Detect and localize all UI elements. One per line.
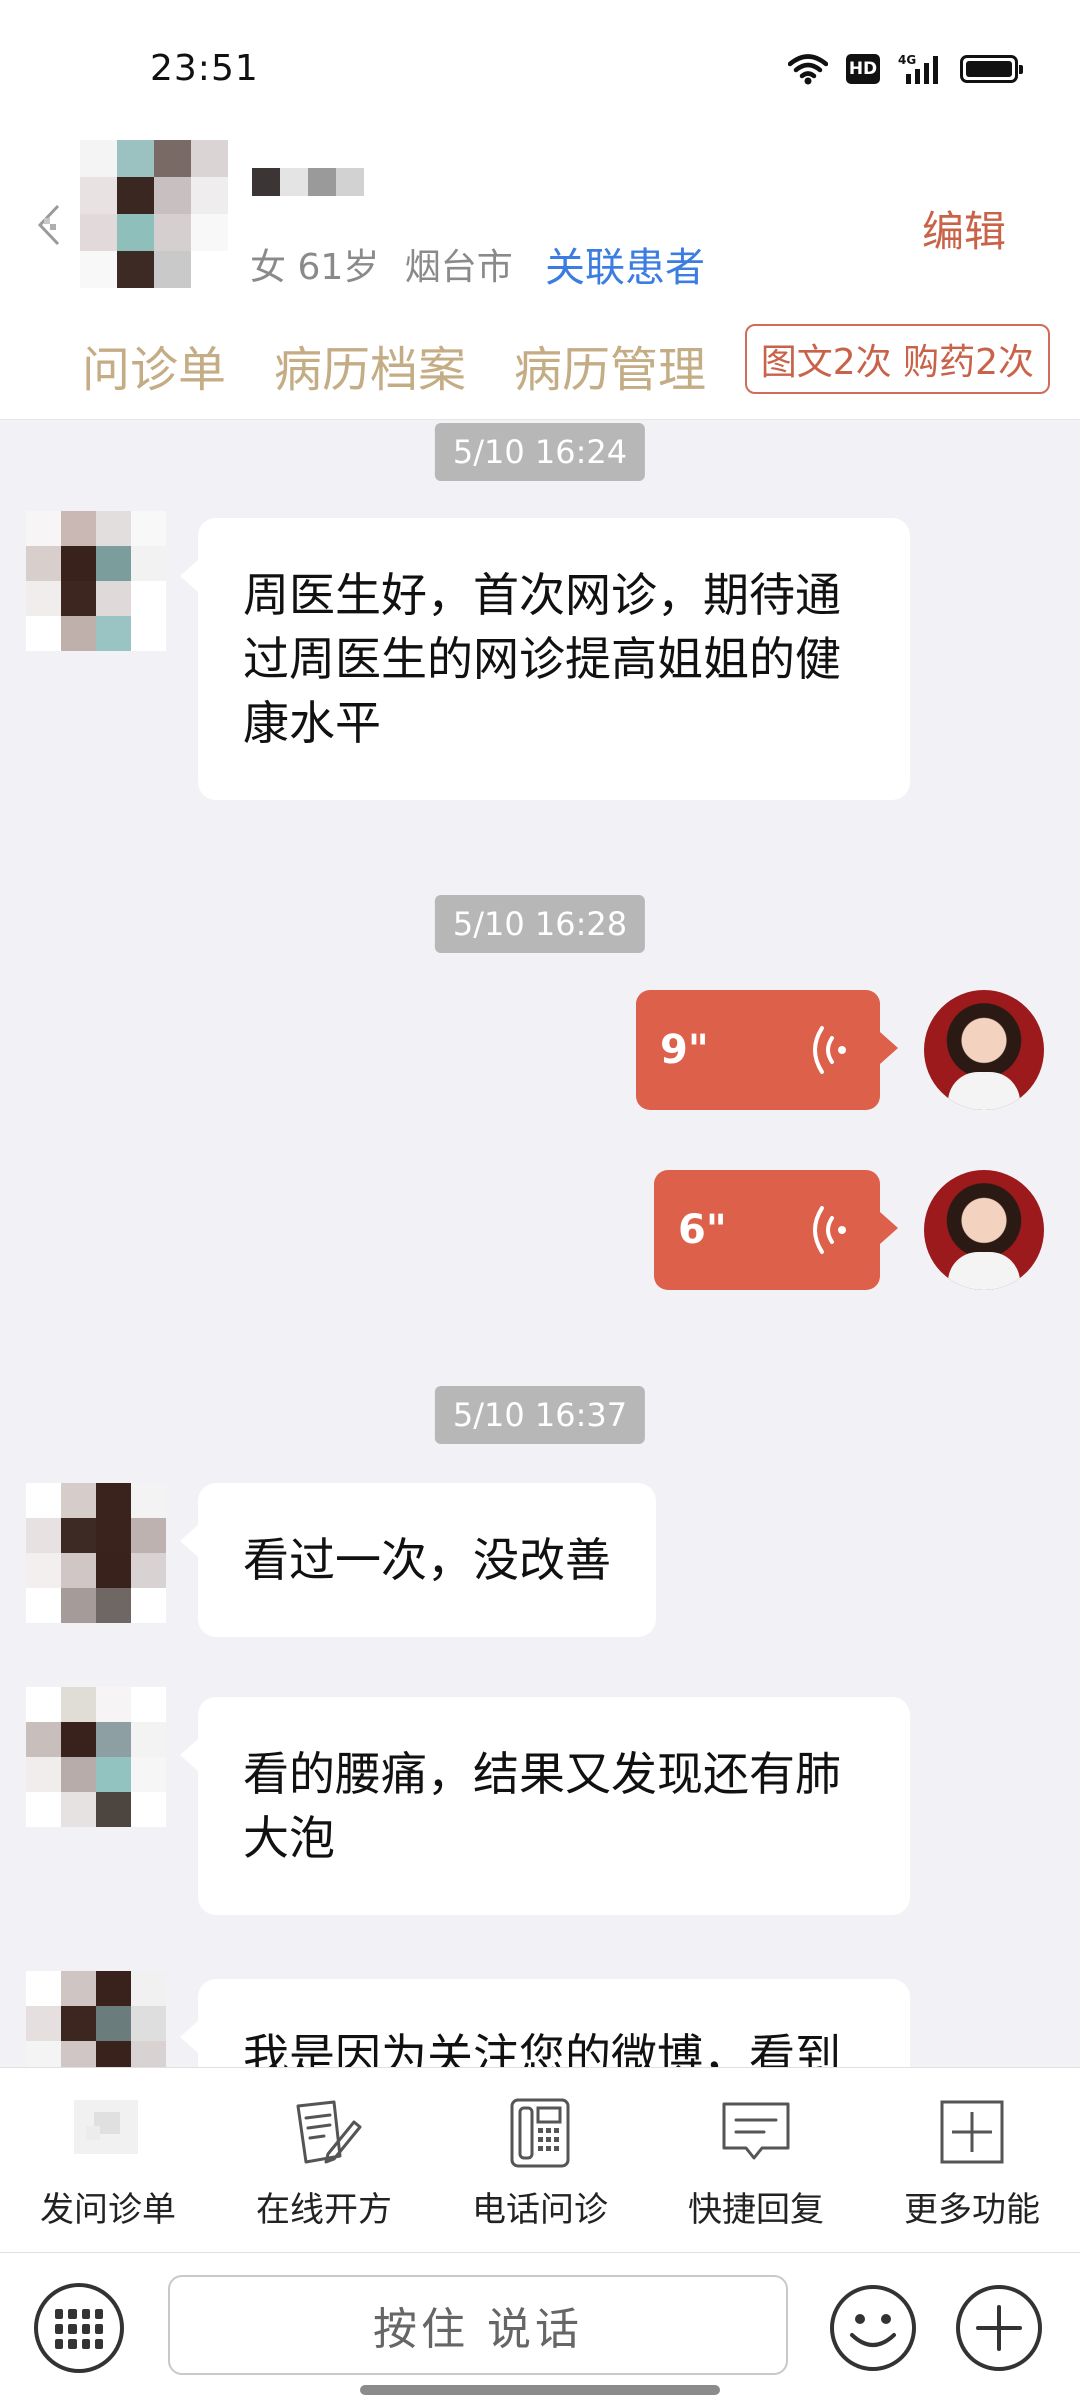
send-consult-form-button[interactable]: 发问诊单 — [0, 2068, 216, 2252]
tab-consult-form[interactable]: 问诊单 — [82, 330, 226, 400]
message-bubble[interactable]: 我是因为关注您的微博，看到 — [180, 1979, 910, 2067]
edit-button[interactable]: 编辑 — [922, 198, 1006, 259]
patient-chat-avatar[interactable] — [26, 1687, 166, 1827]
battery-icon — [960, 55, 1023, 83]
voice-duration: 6" — [678, 1207, 727, 1253]
prescription-pen-icon — [296, 2100, 362, 2164]
patient-tabs: 问诊单 病历档案 病历管理 — [82, 330, 706, 400]
signal-icon: 4G — [898, 53, 938, 84]
patient-gender-age: 女 61岁 — [250, 247, 380, 288]
chat-area[interactable]: 5/10 16:24 周医生好，首次网诊，期待通过周医生的网诊提高姐姐的健康水平… — [0, 421, 1080, 2067]
quick-reply-button[interactable]: 快捷回复 — [648, 2068, 864, 2252]
hold-to-talk-button[interactable]: 按住 说话 — [168, 2275, 788, 2375]
hd-badge: HD — [846, 54, 880, 84]
emoji-icon[interactable] — [828, 2283, 918, 2373]
clipboard-icon — [74, 2100, 138, 2154]
chat-bubble-icon — [722, 2102, 790, 2160]
voice-message[interactable]: 6" — [654, 1170, 898, 1290]
header-area: 23:51 HD 4G 女 61岁 烟台市 关联患者 编辑 问诊单 病历档案 病… — [0, 0, 1080, 420]
patient-chat-avatar[interactable] — [26, 511, 166, 651]
phone-consult-button[interactable]: 电话问诊 — [432, 2068, 648, 2252]
voice-wave-icon — [813, 1206, 846, 1254]
message-bubble[interactable]: 看过一次，没改善 — [180, 1483, 656, 1637]
patient-chat-avatar[interactable] — [26, 1483, 166, 1623]
add-circle-icon[interactable] — [954, 2283, 1044, 2373]
status-icons: HD 4G — [788, 52, 1023, 86]
link-patient-link[interactable]: 关联患者 — [545, 235, 705, 293]
status-time: 23:51 — [150, 48, 259, 89]
plus-square-icon — [940, 2100, 1004, 2164]
voice-wave-icon — [813, 1026, 846, 1074]
service-count-badge[interactable]: 图文2次 购药2次 — [744, 324, 1050, 394]
voice-duration: 9" — [660, 1027, 709, 1073]
tab-record-management[interactable]: 病历管理 — [514, 330, 706, 400]
doctor-avatar[interactable] — [924, 990, 1044, 1110]
tab-medical-records[interactable]: 病历档案 — [274, 330, 466, 400]
status-bar: 23:51 HD 4G — [0, 0, 1080, 140]
function-toolbar: 发问诊单 在线开方 电话问诊 快捷回复 更多功能 — [0, 2067, 1080, 2253]
message-bubble[interactable]: 周医生好，首次网诊，期待通过周医生的网诊提高姐姐的健康水平 — [180, 518, 910, 800]
message-bubble[interactable]: 看的腰痛，结果又发现还有肺大泡 — [180, 1697, 910, 1915]
patient-avatar[interactable] — [80, 140, 228, 288]
online-prescription-button[interactable]: 在线开方 — [216, 2068, 432, 2252]
chat-timestamp: 5/10 16:37 — [434, 1386, 646, 1444]
svg-text:4G: 4G — [898, 53, 916, 67]
keyboard-icon[interactable] — [34, 2283, 124, 2373]
doctor-avatar[interactable] — [924, 1170, 1044, 1290]
more-functions-button[interactable]: 更多功能 — [864, 2068, 1080, 2252]
chat-timestamp: 5/10 16:28 — [434, 895, 646, 953]
input-bar: 按住 说话 — [0, 2253, 1080, 2400]
voice-message[interactable]: 9" — [636, 990, 898, 1110]
patient-chat-avatar[interactable] — [26, 1971, 166, 2067]
back-icon[interactable] — [32, 200, 66, 250]
chat-timestamp: 5/10 16:24 — [434, 423, 646, 481]
wifi-icon — [788, 54, 828, 85]
patient-name-redacted — [252, 168, 364, 196]
patient-city: 烟台市 — [404, 247, 513, 288]
home-indicator — [360, 2385, 720, 2395]
phone-icon — [510, 2098, 570, 2168]
patient-meta: 女 61岁 烟台市 — [250, 238, 513, 290]
